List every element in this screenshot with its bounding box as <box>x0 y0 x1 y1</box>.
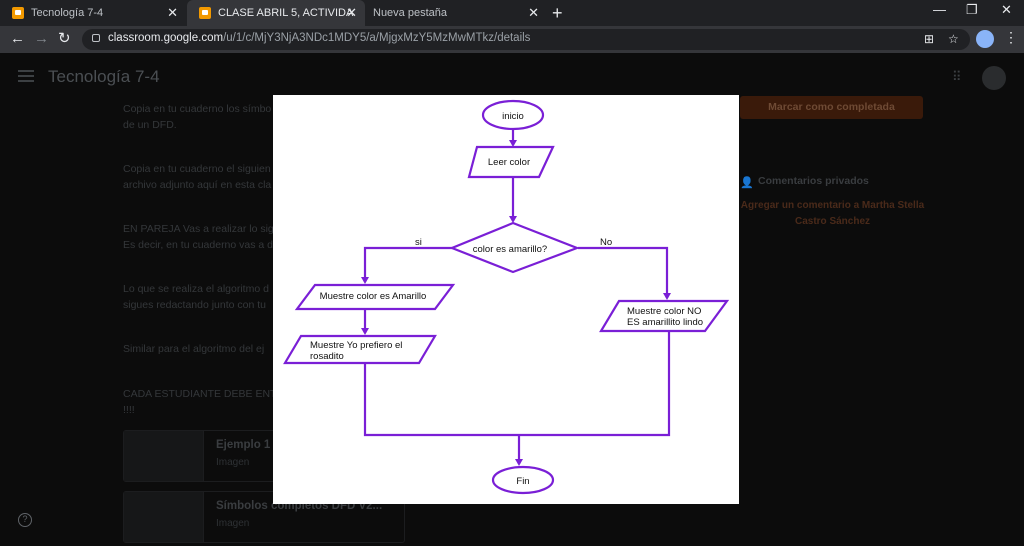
classroom-favicon-icon <box>199 7 211 19</box>
add-private-comment-link[interactable]: Agregar un comentario a Martha Stella Ca… <box>740 198 925 230</box>
new-tab-button[interactable]: + <box>552 3 563 23</box>
help-icon[interactable]: ? <box>18 513 32 527</box>
hamburger-menu-icon[interactable] <box>18 70 34 82</box>
user-avatar[interactable] <box>982 66 1006 90</box>
attachment-thumbnail <box>124 431 204 481</box>
reload-button[interactable]: ↻ <box>58 30 71 48</box>
attachment-name: Ejemplo 1 ( <box>216 439 278 451</box>
window-close-button[interactable]: ✕ <box>1001 2 1012 18</box>
read-input-label: Leer color <box>488 157 530 168</box>
attachment-type: Imagen <box>216 518 250 529</box>
tab-title: CLASE ABRIL 5, ACTIVIDAD EN PA <box>218 7 354 19</box>
tab-tecnologia[interactable]: Tecnología 7-4 ✕ <box>0 0 186 26</box>
yes-output-label-2b: rosadito <box>310 351 344 362</box>
start-label: inicio <box>502 111 524 122</box>
attachment-thumbnail <box>124 492 204 542</box>
end-label: Fin <box>516 476 529 487</box>
tab-close-icon[interactable]: ✕ <box>167 5 178 21</box>
url-host: classroom.google.com <box>108 32 224 44</box>
restore-button[interactable]: ❐ <box>966 2 978 18</box>
tab-nueva-pestana[interactable]: Nueva pestaña ✕ <box>365 0 547 26</box>
tab-strip: Tecnología 7-4 ✕ CLASE ABRIL 5, ACTIVIDA… <box>0 0 1024 26</box>
no-output-label-b: ES amarillito lindo <box>627 317 703 328</box>
mark-as-done-button[interactable]: Marcar como completada <box>740 96 923 119</box>
forward-button[interactable]: → <box>34 30 49 48</box>
bookmark-star-icon[interactable]: ☆ <box>948 32 959 46</box>
person-icon: 👤 <box>740 177 754 189</box>
lock-icon <box>92 34 100 42</box>
profile-avatar-icon[interactable] <box>976 30 994 48</box>
no-branch-label: No <box>600 237 612 248</box>
minimize-button[interactable]: — <box>933 2 946 17</box>
yes-output-label-1: Muestre color es Amarillo <box>320 291 427 302</box>
url-text[interactable]: classroom.google.com/u/1/c/MjY3NjA3NDc1M… <box>108 32 530 44</box>
private-comments-title: Comentarios privados <box>758 175 869 187</box>
class-title[interactable]: Tecnología 7-4 <box>48 67 160 87</box>
back-button[interactable]: ← <box>10 30 25 48</box>
qr-code-icon[interactable]: ⊞ <box>924 32 934 46</box>
tab-title: Nueva pestaña <box>373 7 447 19</box>
address-bar[interactable]: classroom.google.com/u/1/c/MjY3NjA3NDc1M… <box>82 29 970 50</box>
yes-output-label-2a: Muestre Yo prefiero el <box>310 340 402 351</box>
tab-close-icon[interactable]: ✕ <box>528 5 539 21</box>
classroom-favicon-icon <box>12 7 24 19</box>
browser-toolbar: ← → ↻ classroom.google.com/u/1/c/MjY3NjA… <box>0 26 1024 53</box>
tab-clase-abril[interactable]: CLASE ABRIL 5, ACTIVIDAD EN PA ✕ <box>187 0 365 26</box>
flowchart-image: inicio Leer color color es amarillo? si … <box>283 99 730 495</box>
decision-label: color es amarillo? <box>473 244 547 255</box>
google-apps-icon[interactable]: ⠿ <box>952 69 963 85</box>
attachment-type: Imagen <box>216 457 250 468</box>
tab-title: Tecnología 7-4 <box>31 7 104 19</box>
yes-branch-label: si <box>415 237 422 248</box>
no-output-label-a: Muestre color NO <box>627 306 701 317</box>
url-path: /u/1/c/MjY3NjA3NDc1MDY5/a/MjgxMzY5MzMwMT… <box>223 32 531 44</box>
browser-menu-icon[interactable]: ⋮ <box>1004 29 1018 46</box>
image-viewer[interactable]: inicio Leer color color es amarillo? si … <box>273 95 739 504</box>
tab-close-icon[interactable]: ✕ <box>346 5 357 21</box>
